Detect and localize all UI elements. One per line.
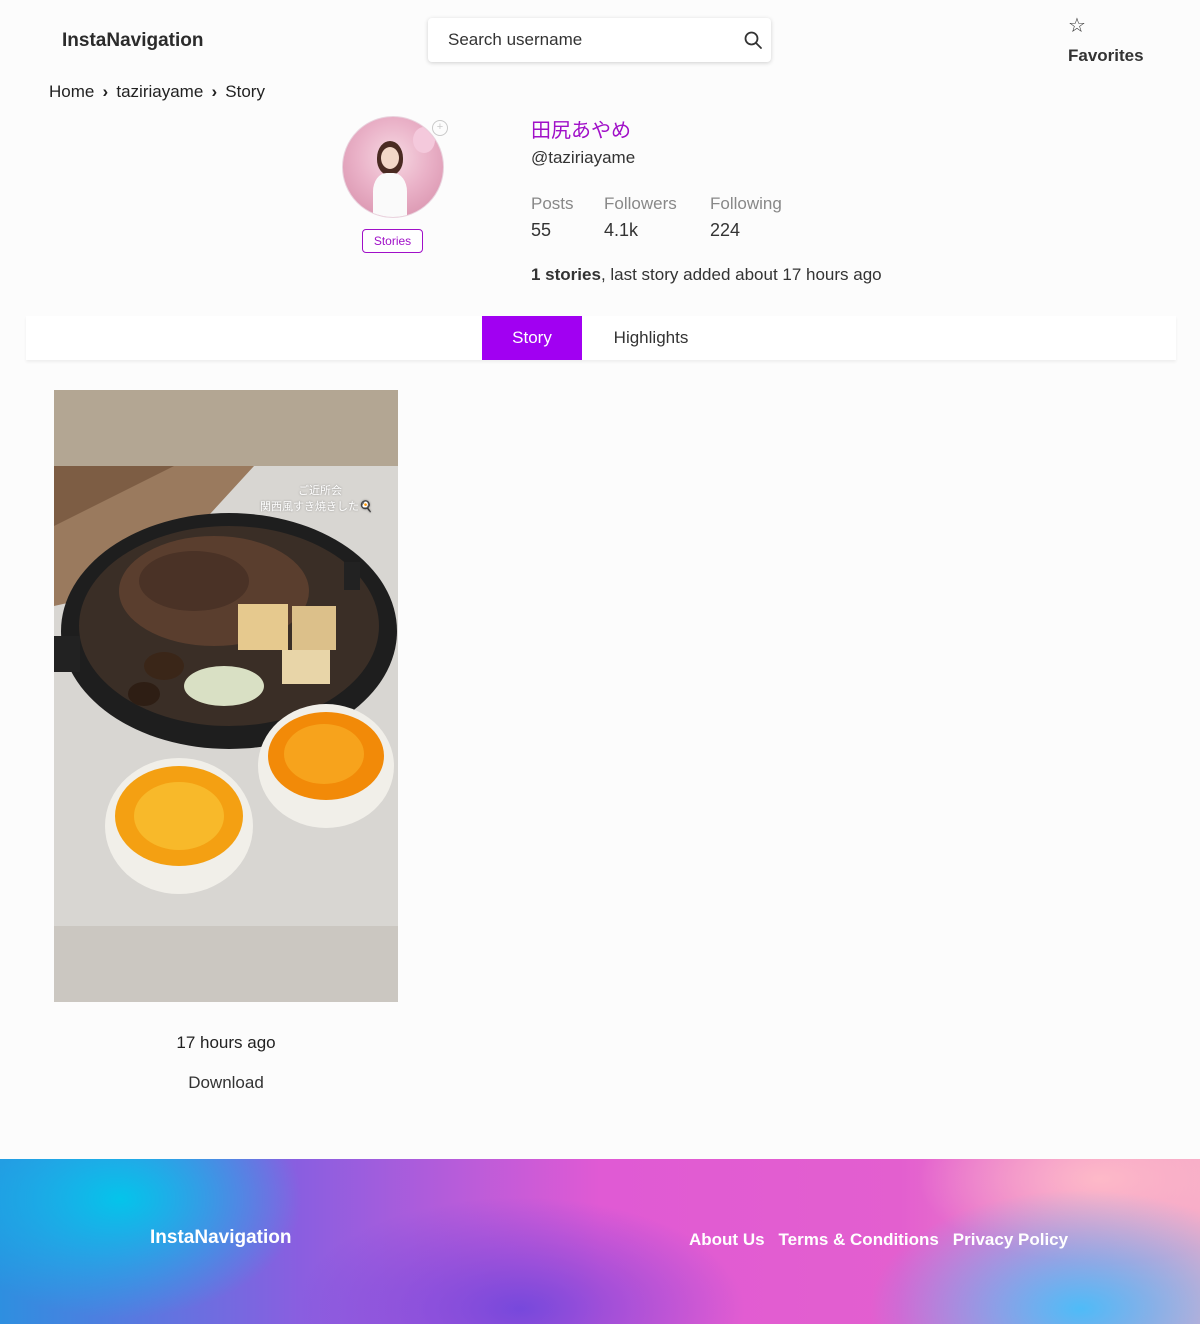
stat-label: Followers bbox=[604, 194, 677, 213]
footer-links: About Us Terms & Conditions Privacy Poli… bbox=[689, 1230, 1068, 1250]
tab-highlights[interactable]: Highlights bbox=[606, 316, 696, 360]
story-caption-line1: ご近所会 bbox=[298, 484, 342, 497]
download-button[interactable]: Download bbox=[54, 1073, 398, 1093]
footer-link-privacy[interactable]: Privacy Policy bbox=[953, 1230, 1068, 1250]
breadcrumb-current: Story bbox=[225, 82, 265, 101]
add-favorite-icon[interactable]: + bbox=[432, 120, 448, 136]
tab-story[interactable]: Story bbox=[482, 316, 582, 360]
favorites-label: Favorites bbox=[1068, 46, 1144, 65]
breadcrumb-home[interactable]: Home bbox=[49, 82, 94, 102]
tabs-bar: Story Highlights bbox=[26, 316, 1176, 360]
search-box[interactable] bbox=[428, 18, 771, 62]
stat-value: 55 bbox=[531, 220, 552, 240]
footer-link-terms[interactable]: Terms & Conditions bbox=[779, 1230, 939, 1250]
star-icon: ☆ bbox=[1068, 15, 1086, 37]
chevron-right-icon: › bbox=[102, 82, 109, 101]
footer-link-about[interactable]: About Us bbox=[689, 1230, 765, 1250]
chevron-right-icon: › bbox=[211, 82, 218, 101]
breadcrumb-user[interactable]: taziriayame bbox=[116, 82, 203, 102]
header: InstaNavigation ☆ Favorites bbox=[0, 0, 1200, 80]
profile-handle: @taziriayame bbox=[531, 148, 636, 167]
stat-value: 224 bbox=[710, 220, 741, 240]
footer: InstaNavigation About Us Terms & Conditi… bbox=[0, 1159, 1200, 1324]
story-media[interactable]: ご近所会 関西風すき焼きした🍳 bbox=[54, 390, 398, 1002]
avatar bbox=[342, 116, 444, 218]
stories-suffix: , last story added about 17 hours ago bbox=[600, 265, 882, 284]
story-summary: 1 stories, last story added about 17 hou… bbox=[531, 265, 882, 285]
search-input[interactable] bbox=[428, 18, 748, 62]
story-caption-line2: 関西風すき焼きした🍳 bbox=[260, 500, 373, 513]
breadcrumb: Home › taziriayame › Story bbox=[49, 82, 265, 102]
stories-button[interactable]: Stories bbox=[362, 229, 423, 253]
stat-following: Following 224 bbox=[710, 194, 782, 241]
favorites-button[interactable]: ☆ Favorites bbox=[1068, 16, 1158, 72]
footer-logo[interactable]: InstaNavigation bbox=[150, 1227, 291, 1249]
stories-count: 1 stories bbox=[531, 265, 601, 284]
search-icon[interactable] bbox=[743, 30, 763, 50]
site-logo[interactable]: InstaNavigation bbox=[62, 30, 203, 52]
stat-label: Following bbox=[710, 194, 782, 213]
profile-name: 田尻あやめ bbox=[531, 118, 631, 142]
stat-value: 4.1k bbox=[604, 220, 639, 240]
story-time: 17 hours ago bbox=[176, 1033, 276, 1052]
stat-followers: Followers 4.1k bbox=[604, 194, 677, 241]
sukiyaki-photo bbox=[54, 466, 397, 894]
stat-posts: Posts 55 bbox=[531, 194, 574, 241]
stat-label: Posts bbox=[531, 194, 574, 213]
story-photo bbox=[54, 466, 398, 926]
profile-picture bbox=[342, 116, 444, 218]
